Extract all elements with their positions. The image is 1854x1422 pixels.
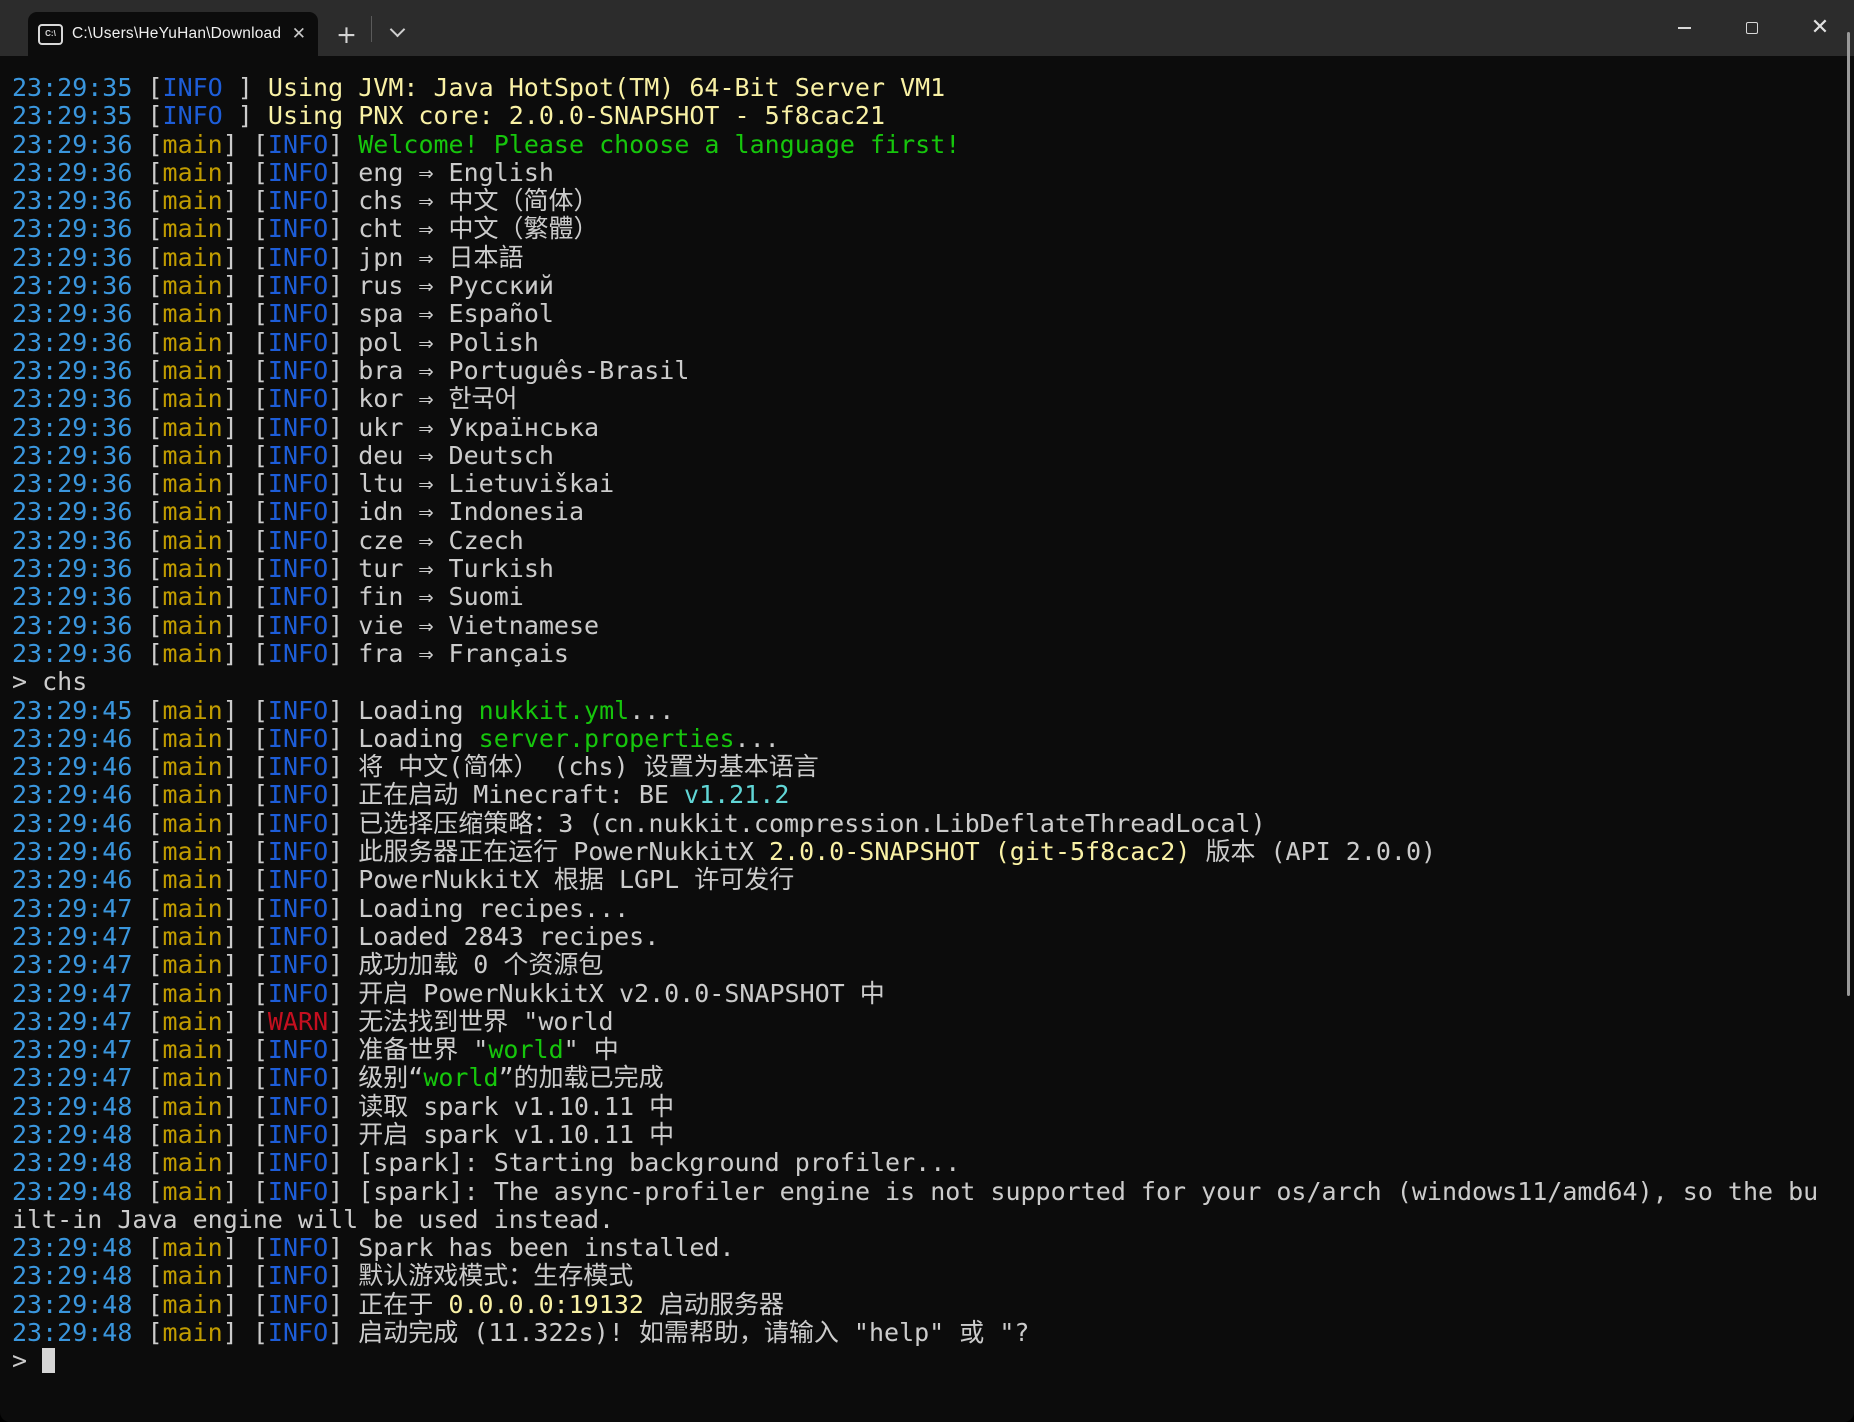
log-line: 23:29:46 [main] [INFO] 已选择压缩策略：3 (cn.nuk… bbox=[12, 810, 1854, 838]
log-line: 23:29:36 [main] [INFO] deu ⇒ Deutsch bbox=[12, 442, 1854, 470]
tab-close-icon[interactable]: ✕ bbox=[290, 26, 308, 43]
log-line: 23:29:36 [main] [INFO] fra ⇒ Français bbox=[12, 640, 1854, 668]
new-tab-button[interactable]: + bbox=[330, 22, 363, 47]
log-line: 23:29:47 [main] [INFO] Loading recipes..… bbox=[12, 895, 1854, 923]
log-line: 23:29:36 [main] [INFO] chs ⇒ 中文（简体） bbox=[12, 187, 1854, 215]
log-line: 23:29:35 [INFO ] Using JVM: Java HotSpot… bbox=[12, 74, 1854, 102]
log-line: 23:29:36 [main] [INFO] idn ⇒ Indonesia bbox=[12, 498, 1854, 526]
log-line: 23:29:48 [main] [INFO] 默认游戏模式：生存模式 bbox=[12, 1262, 1854, 1290]
log-line: 23:29:47 [main] [INFO] Loaded 2843 recip… bbox=[12, 923, 1854, 951]
log-line: 23:29:36 [main] [INFO] spa ⇒ Español bbox=[12, 300, 1854, 328]
log-line: 23:29:48 [main] [INFO] [spark]: The asyn… bbox=[12, 1178, 1854, 1206]
log-line: 23:29:46 [main] [INFO] 正在启动 Minecraft: B… bbox=[12, 781, 1854, 809]
log-line: 23:29:46 [main] [INFO] 将 中文(简体） (chs) 设置… bbox=[12, 753, 1854, 781]
tab-dropdown-button[interactable] bbox=[386, 24, 409, 42]
log-line: 23:29:48 [main] [INFO] 开启 spark v1.10.11… bbox=[12, 1121, 1854, 1149]
log-line: 23:29:48 [main] [INFO] [spark]: Starting… bbox=[12, 1149, 1854, 1177]
log-line: 23:29:46 [main] [INFO] 此服务器正在运行 PowerNuk… bbox=[12, 838, 1854, 866]
tab-divider bbox=[371, 16, 372, 42]
log-line: 23:29:36 [main] [INFO] kor ⇒ 한국어 bbox=[12, 385, 1854, 413]
log-line: 23:29:48 [main] [INFO] 正在于 0.0.0.0:19132… bbox=[12, 1291, 1854, 1319]
log-line: 23:29:36 [main] [INFO] cht ⇒ 中文（繁體） bbox=[12, 215, 1854, 243]
log-line: 23:29:35 [INFO ] Using PNX core: 2.0.0-S… bbox=[12, 102, 1854, 130]
log-line: 23:29:36 [main] [INFO] pol ⇒ Polish bbox=[12, 329, 1854, 357]
minimize-button[interactable] bbox=[1650, 0, 1718, 56]
tab-title: C:\Users\HeYuHan\Download bbox=[72, 25, 281, 43]
text-cursor bbox=[42, 1348, 55, 1373]
terminal-output[interactable]: 23:29:35 [INFO ] Using JVM: Java HotSpot… bbox=[0, 56, 1854, 1422]
minimize-icon bbox=[1678, 27, 1691, 29]
log-line: 23:29:48 [main] [INFO] Spark has been in… bbox=[12, 1234, 1854, 1262]
log-line: 23:29:36 [main] [INFO] vie ⇒ Vietnamese bbox=[12, 612, 1854, 640]
log-line: 23:29:47 [main] [WARN] 无法找到世界 "world bbox=[12, 1008, 1854, 1036]
log-line: 23:29:47 [main] [INFO] 开启 PowerNukkitX v… bbox=[12, 980, 1854, 1008]
log-line: 23:29:48 [main] [INFO] 启动完成 (11.322s)! 如… bbox=[12, 1319, 1854, 1347]
log-line: 23:29:46 [main] [INFO] Loading server.pr… bbox=[12, 725, 1854, 753]
scrollbar-thumb[interactable] bbox=[1847, 32, 1850, 996]
log-line: 23:29:48 [main] [INFO] 读取 spark v1.10.11… bbox=[12, 1093, 1854, 1121]
log-line: 23:29:36 [main] [INFO] ltu ⇒ Lietuviškai bbox=[12, 470, 1854, 498]
log-line: 23:29:46 [main] [INFO] PowerNukkitX 根据 L… bbox=[12, 866, 1854, 894]
terminal-window: C:\ C:\Users\HeYuHan\Download ✕ + ✕ 23:2… bbox=[0, 0, 1854, 1422]
cmd-icon: C:\ bbox=[38, 24, 63, 45]
log-line: 23:29:36 [main] [INFO] cze ⇒ Czech bbox=[12, 527, 1854, 555]
log-line: 23:29:36 [main] [INFO] eng ⇒ English bbox=[12, 159, 1854, 187]
titlebar[interactable]: C:\ C:\Users\HeYuHan\Download ✕ + ✕ bbox=[0, 0, 1854, 56]
maximize-icon bbox=[1746, 22, 1758, 34]
log-line: > bbox=[12, 1347, 1854, 1375]
log-line: 23:29:36 [main] [INFO] tur ⇒ Turkish bbox=[12, 555, 1854, 583]
scrollbar[interactable] bbox=[1842, 0, 1854, 1422]
log-line: 23:29:36 [main] [INFO] fin ⇒ Suomi bbox=[12, 583, 1854, 611]
maximize-button[interactable] bbox=[1718, 0, 1786, 56]
log-line: > chs bbox=[12, 668, 1854, 696]
close-icon: ✕ bbox=[1811, 17, 1829, 39]
log-line: 23:29:36 [main] [INFO] rus ⇒ Русский bbox=[12, 272, 1854, 300]
log-line: 23:29:47 [main] [INFO] 级别“world”的加载已完成 bbox=[12, 1064, 1854, 1092]
log-line: 23:29:36 [main] [INFO] bra ⇒ Português-B… bbox=[12, 357, 1854, 385]
log-line: 23:29:47 [main] [INFO] 准备世界 "world" 中 bbox=[12, 1036, 1854, 1064]
tab-active[interactable]: C:\ C:\Users\HeYuHan\Download ✕ bbox=[28, 12, 318, 56]
log-line: 23:29:47 [main] [INFO] 成功加载 0 个资源包 bbox=[12, 951, 1854, 979]
log-line: ilt-in Java engine will be used instead. bbox=[12, 1206, 1854, 1234]
chevron-down-icon bbox=[390, 22, 406, 38]
log-line: 23:29:36 [main] [INFO] ukr ⇒ Українська bbox=[12, 414, 1854, 442]
log-line: 23:29:36 [main] [INFO] jpn ⇒ 日本語 bbox=[12, 244, 1854, 272]
log-line: 23:29:45 [main] [INFO] Loading nukkit.ym… bbox=[12, 697, 1854, 725]
log-line: 23:29:36 [main] [INFO] Welcome! Please c… bbox=[12, 131, 1854, 159]
